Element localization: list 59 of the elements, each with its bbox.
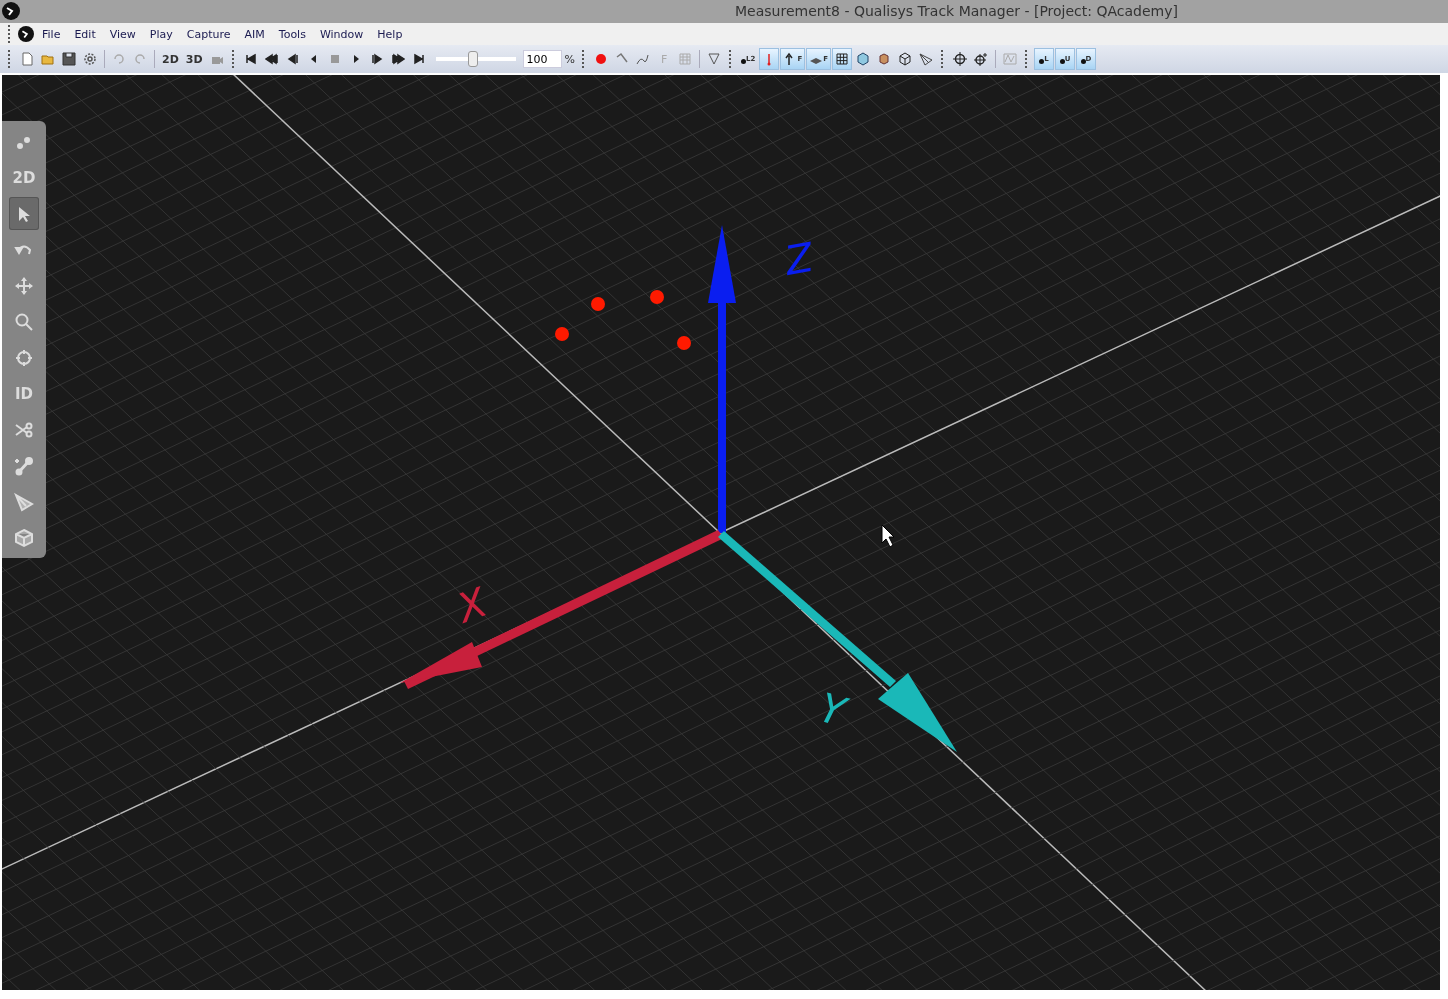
palette-tool-button[interactable]	[9, 197, 39, 230]
window-title: Measurement8 - Qualisys Track Manager - [Project: QAcademy]	[735, 3, 1178, 20]
menu-item[interactable]: View	[103, 25, 142, 43]
app-logo-icon	[2, 2, 20, 21]
percent-label: %	[564, 52, 576, 66]
axis-label: X	[451, 578, 493, 632]
cube-icon	[898, 52, 912, 67]
fast-forward-icon	[390, 52, 405, 67]
fast-back-icon	[264, 52, 279, 67]
crosshair-icon	[14, 347, 34, 368]
triangle-icon	[707, 52, 722, 67]
document-icon	[20, 52, 34, 67]
menu-item[interactable]: File	[36, 25, 67, 43]
menu-item[interactable]: Play	[143, 25, 179, 43]
waveform-icon	[1003, 52, 1017, 67]
dot-icon	[1059, 59, 1065, 65]
record-icon	[594, 52, 609, 67]
menu-item[interactable]: Window	[313, 25, 370, 43]
step-back-icon	[285, 52, 300, 67]
app-logo-icon	[18, 26, 34, 43]
axis-label: Y	[814, 684, 851, 735]
menu-item[interactable]: Help	[371, 25, 409, 43]
cube-icon	[877, 52, 891, 67]
crosshair-icon	[953, 52, 967, 67]
menu-item[interactable]: Capture	[180, 25, 237, 43]
move-icon	[14, 275, 34, 296]
menu-item[interactable]: Tools	[272, 25, 312, 43]
menu-item[interactable]: Edit	[68, 25, 102, 43]
dot-icon	[1080, 59, 1086, 65]
mouse-cursor-icon	[881, 524, 895, 548]
axis-label: Z	[781, 233, 817, 284]
grid-icon	[835, 52, 849, 67]
folder-icon	[41, 52, 55, 67]
skip-start-icon	[243, 52, 258, 67]
cube-icon	[14, 527, 34, 548]
view-3d-button[interactable]: 3D	[182, 48, 206, 71]
search-icon	[14, 311, 34, 332]
camera-view-icon	[919, 52, 933, 67]
camera-view-icon	[14, 491, 34, 512]
skip-end-icon	[411, 52, 426, 67]
dot-icon	[741, 59, 747, 65]
cube-icon	[856, 52, 870, 67]
view-toggle-button[interactable]	[832, 48, 852, 71]
settings-icon	[83, 52, 97, 67]
curve-icon	[636, 52, 651, 67]
undo-icon	[112, 52, 126, 67]
floppy-icon	[62, 52, 76, 67]
speed-field[interactable]: 100	[522, 50, 562, 69]
crosshair-plus-icon	[974, 52, 988, 67]
grid-icon	[678, 52, 693, 67]
redo-icon	[133, 52, 147, 67]
view-toggle-button[interactable]	[759, 48, 780, 71]
step-forward-icon	[369, 52, 384, 67]
menu-item[interactable]: AIM	[238, 25, 271, 43]
3d-viewport[interactable]: Z X Y 2D ID	[2, 75, 1440, 990]
bone-icon	[14, 455, 34, 476]
view-2d-button[interactable]: 2D	[159, 48, 182, 71]
slider-thumb[interactable]	[467, 51, 478, 68]
dot-icon	[1039, 59, 1045, 65]
